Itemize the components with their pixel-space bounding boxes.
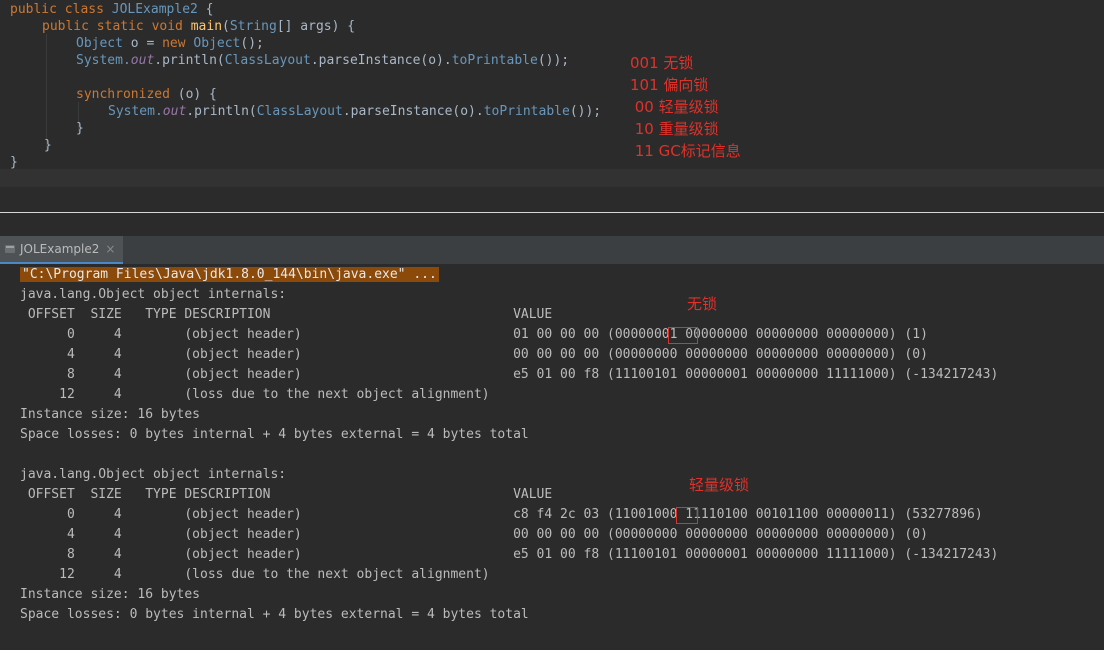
close-icon[interactable]: × bbox=[105, 242, 115, 256]
keyword: public static void bbox=[42, 19, 191, 34]
annotation-unlocked: 001 无锁 bbox=[630, 54, 694, 72]
console-line: 4 4 (object header) 00 00 00 00 (0000000… bbox=[20, 527, 928, 542]
code-line-1[interactable]: public class JOLExample2 { bbox=[10, 1, 214, 18]
code-text: (o) { bbox=[177, 87, 217, 102]
code-text: ()); bbox=[537, 53, 570, 68]
code-line-10[interactable]: } bbox=[10, 154, 18, 171]
type-name: ClassLayout bbox=[256, 104, 343, 119]
annotation-gc-mark: 11 GC标记信息 bbox=[630, 142, 741, 160]
keyword: synchronized bbox=[76, 87, 178, 102]
console-line: Instance size: 16 bytes bbox=[20, 407, 201, 422]
console-line: Instance size: 16 bytes bbox=[20, 587, 201, 602]
code-line-8[interactable]: } bbox=[76, 120, 84, 137]
annotation-unlocked-label: 无锁 bbox=[687, 295, 718, 313]
console-output[interactable]: "C:\Program Files\Java\jdk1.8.0_144\bin\… bbox=[0, 265, 1104, 650]
run-tab-bar: JOLExample2 × bbox=[0, 236, 1104, 265]
type-name: Object bbox=[193, 36, 241, 51]
console-line: 0 4 (object header) c8 f4 2c 03 (1100100… bbox=[20, 507, 983, 522]
code-text: ()); bbox=[569, 104, 602, 119]
console-line: 8 4 (object header) e5 01 00 f8 (1110010… bbox=[20, 367, 999, 382]
keyword: public class bbox=[10, 2, 112, 17]
method-name: main bbox=[190, 19, 223, 34]
console-line: 4 4 (object header) 00 00 00 00 (0000000… bbox=[20, 347, 928, 362]
console-line: java.lang.Object object internals: bbox=[20, 467, 287, 482]
run-config-icon bbox=[5, 245, 15, 253]
console-line: Space losses: 0 bytes internal + 4 bytes… bbox=[20, 607, 529, 622]
indent-guide bbox=[46, 34, 47, 152]
type-name: Object bbox=[76, 36, 123, 51]
code-text: [] args) { bbox=[276, 19, 356, 34]
code-text: .parseInstance(o). bbox=[310, 53, 452, 68]
keyword: new bbox=[162, 36, 194, 51]
type-name: System. bbox=[76, 53, 131, 68]
code-text: ( bbox=[222, 19, 230, 34]
annotation-biased: 101 偏向锁 bbox=[630, 76, 709, 94]
code-text: { bbox=[197, 2, 214, 17]
lock-bits-highlight bbox=[668, 327, 698, 344]
annotation-heavyweight: 10 重量级锁 bbox=[630, 120, 719, 138]
code-text: } bbox=[10, 155, 18, 170]
panel-divider bbox=[0, 212, 1104, 213]
lock-bits-highlight bbox=[676, 507, 698, 524]
code-line-7[interactable]: System.out.println(ClassLayout.parseInst… bbox=[108, 103, 601, 120]
java-command: "C:\Program Files\Java\jdk1.8.0_144\bin\… bbox=[20, 267, 439, 282]
console-line: 12 4 (loss due to the next object alignm… bbox=[20, 387, 490, 402]
tab-label: JOLExample2 bbox=[20, 242, 100, 256]
panel-gap bbox=[0, 200, 1104, 236]
code-text: .parseInstance(o). bbox=[342, 104, 484, 119]
type-name: System. bbox=[108, 104, 163, 119]
annotation-lightweight: 00 轻量级锁 bbox=[630, 98, 719, 116]
code-line-2[interactable]: public static void main(String[] args) { bbox=[42, 18, 355, 35]
console-line: OFFSET SIZE TYPE DESCRIPTION VALUE bbox=[20, 307, 553, 322]
method-call: toPrintable bbox=[451, 53, 538, 68]
code-line-3[interactable]: Object o = new Object(); bbox=[76, 35, 264, 52]
type-name: String bbox=[229, 19, 277, 34]
static-field: out bbox=[162, 104, 187, 119]
code-line-6[interactable]: synchronized (o) { bbox=[76, 86, 217, 103]
console-line: 12 4 (loss due to the next object alignm… bbox=[20, 567, 490, 582]
caret-line-highlight bbox=[0, 169, 1104, 187]
class-name: JOLExample2 bbox=[111, 2, 198, 17]
method-call: toPrintable bbox=[483, 104, 570, 119]
type-name: ClassLayout bbox=[224, 53, 311, 68]
console-line: Space losses: 0 bytes internal + 4 bytes… bbox=[20, 427, 529, 442]
code-text: o = bbox=[122, 36, 163, 51]
code-text: (); bbox=[240, 36, 264, 51]
code-line-9[interactable]: } bbox=[44, 137, 52, 154]
console-line: OFFSET SIZE TYPE DESCRIPTION VALUE bbox=[20, 487, 553, 502]
console-line: java.lang.Object object internals: bbox=[20, 287, 287, 302]
tab-jolexample2[interactable]: JOLExample2 × bbox=[0, 236, 124, 264]
code-text: } bbox=[76, 121, 84, 136]
code-text: .println( bbox=[186, 104, 257, 119]
console-command-line: "C:\Program Files\Java\jdk1.8.0_144\bin\… bbox=[20, 265, 439, 285]
console-line: 8 4 (object header) e5 01 00 f8 (1110010… bbox=[20, 547, 999, 562]
code-line-4[interactable]: System.out.println(ClassLayout.parseInst… bbox=[76, 52, 569, 69]
static-field: out bbox=[130, 53, 155, 68]
code-text: } bbox=[44, 138, 52, 153]
code-text: .println( bbox=[154, 53, 225, 68]
code-editor[interactable]: public class JOLExample2 { public static… bbox=[0, 0, 1104, 200]
console-line: 0 4 (object header) 01 00 00 00 (0000000… bbox=[20, 327, 928, 342]
annotation-lightweight-label: 轻量级锁 bbox=[689, 476, 750, 494]
